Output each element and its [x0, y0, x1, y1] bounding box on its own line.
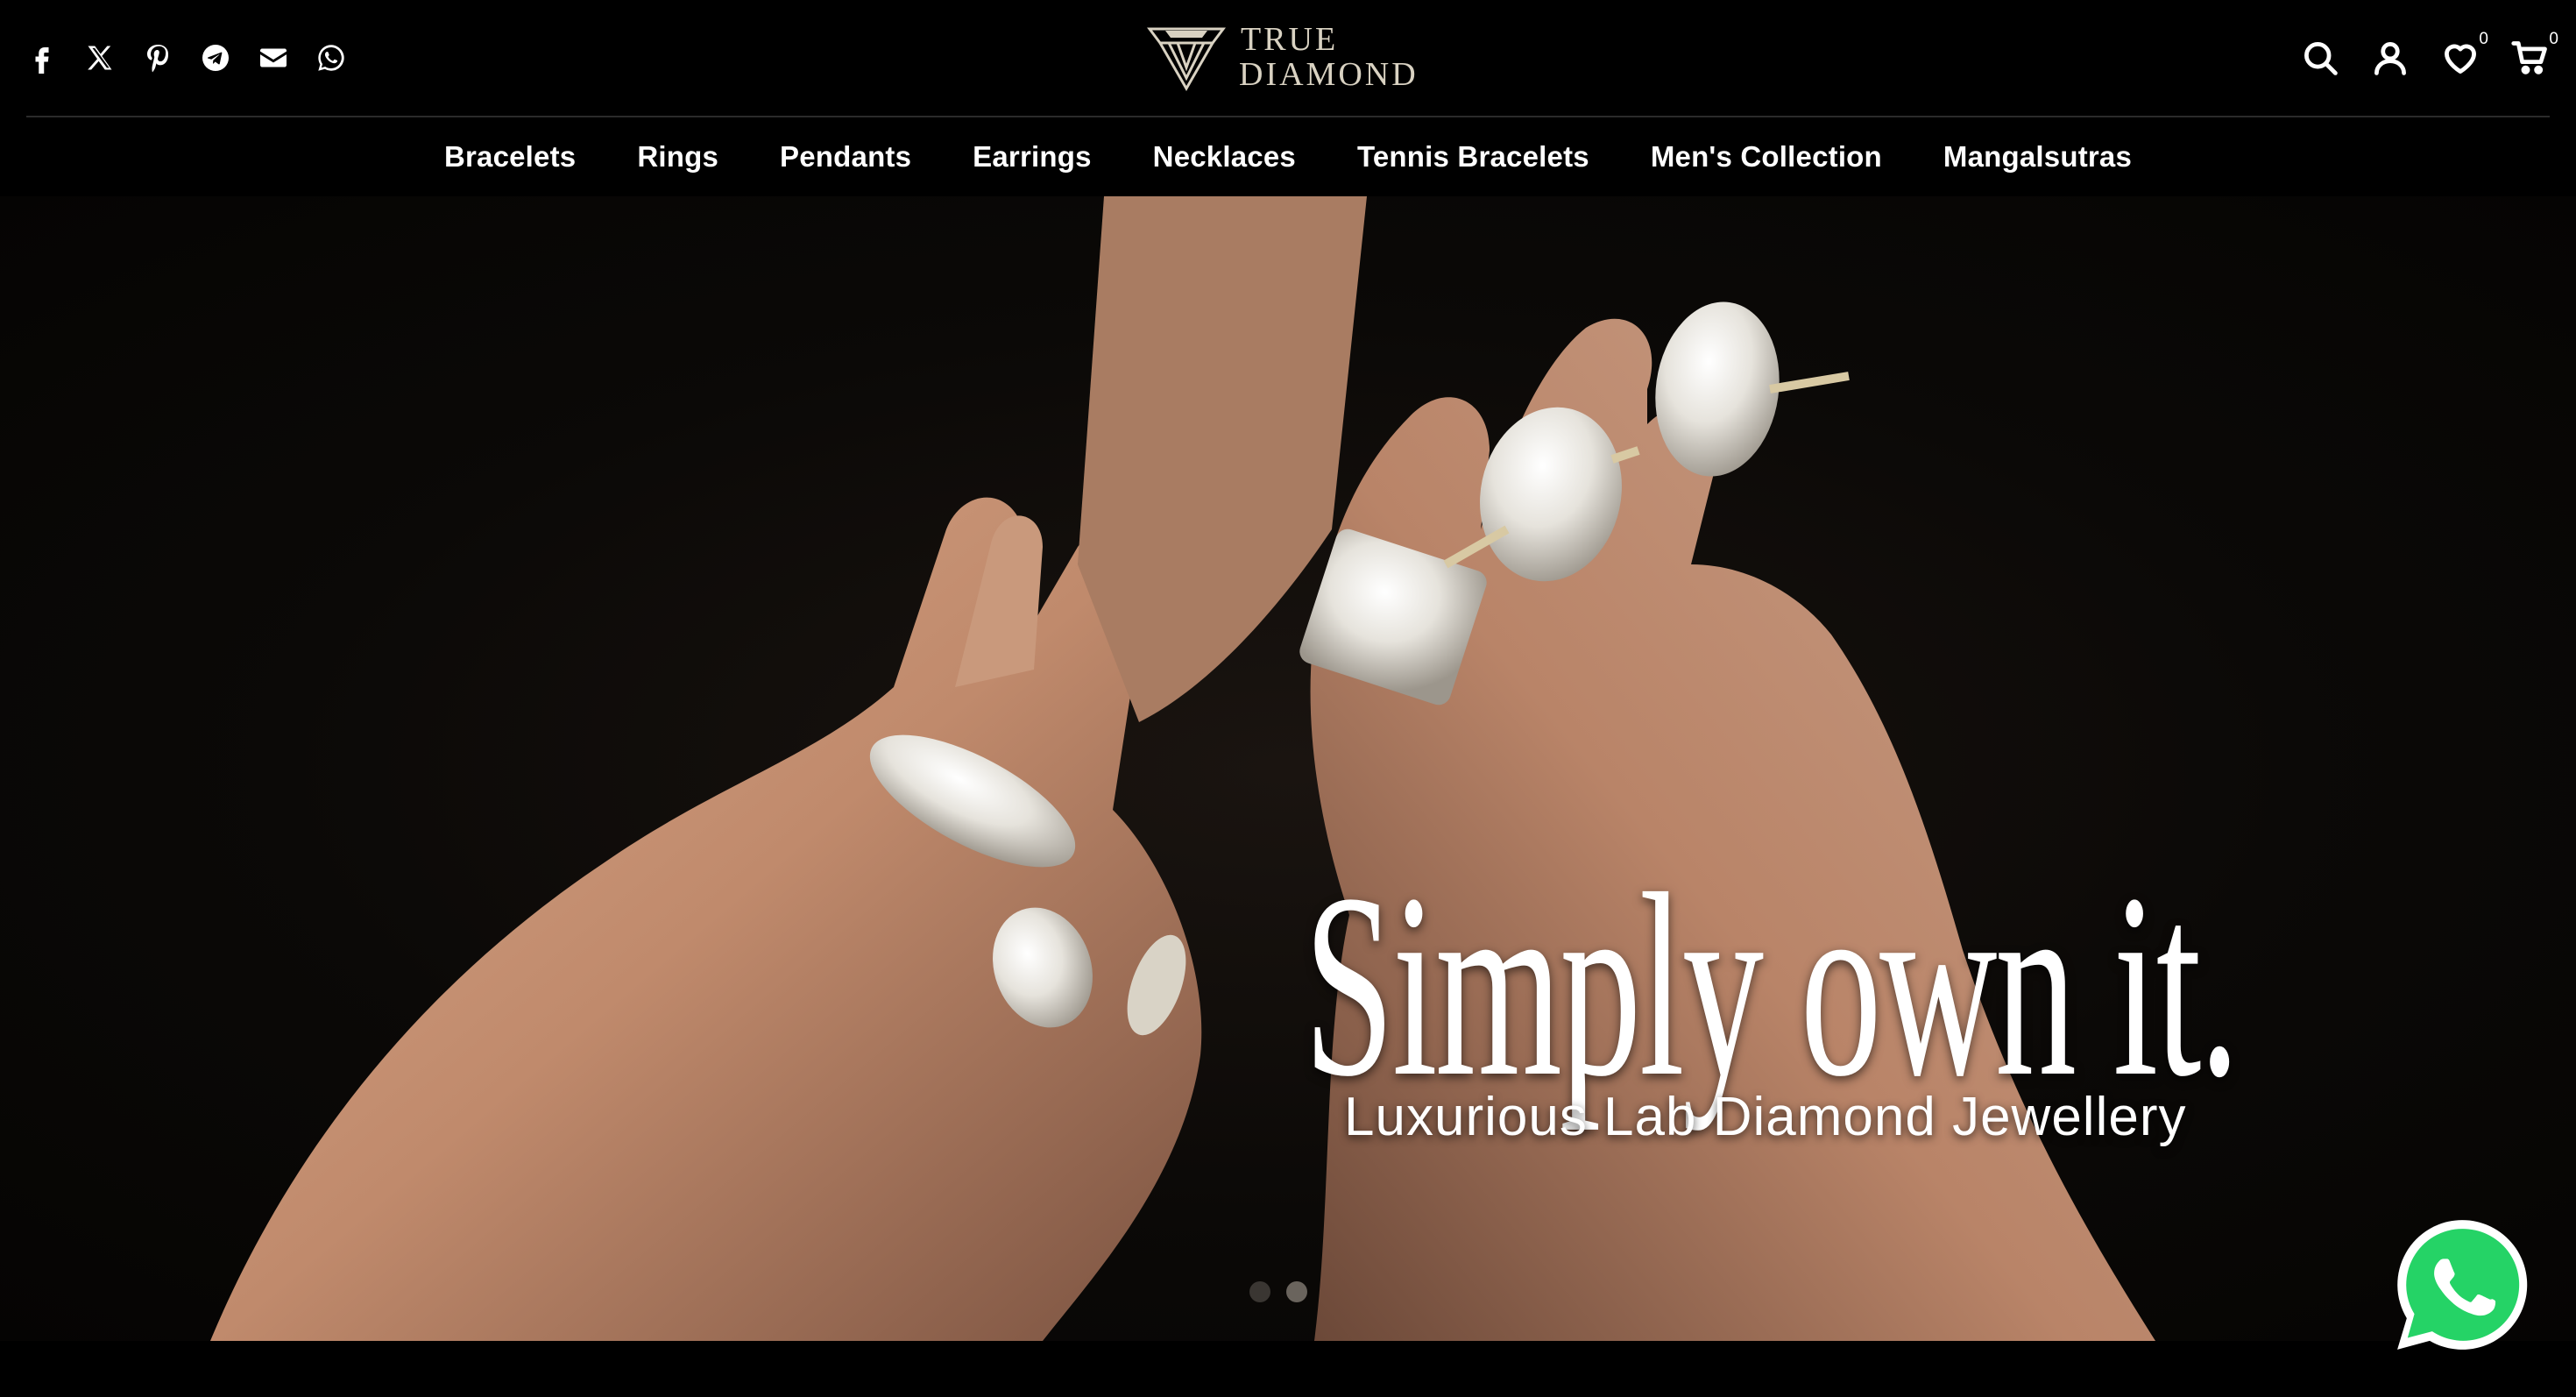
page-below-hero: [0, 1341, 2576, 1397]
slider-dot-2[interactable]: [1286, 1281, 1307, 1302]
diamond-logo-icon: [1146, 22, 1227, 92]
nav-item-bracelets[interactable]: Bracelets: [444, 140, 576, 174]
facebook-icon[interactable]: [26, 42, 58, 74]
nav-item-mens-collection[interactable]: Men's Collection: [1651, 140, 1882, 174]
cart-button[interactable]: 0: [2511, 30, 2558, 77]
cart-icon: [2511, 41, 2547, 74]
wishlist-button[interactable]: 0: [2441, 30, 2488, 77]
social-links: [26, 35, 347, 81]
nav-item-earrings[interactable]: Earrings: [973, 140, 1092, 174]
logo-line-1: TRUE: [1241, 21, 1339, 58]
header-tools: 0 0: [2301, 30, 2558, 84]
wishlist-count: 0: [2479, 30, 2488, 48]
brand-wordmark: TRUE DIAMOND: [1239, 23, 1419, 91]
pinterest-icon[interactable]: [142, 42, 173, 74]
nav-item-pendants[interactable]: Pendants: [780, 140, 911, 174]
nav-item-rings[interactable]: Rings: [637, 140, 718, 174]
whatsapp-icon: [2397, 1220, 2528, 1350]
slider-dots: [1249, 1281, 1307, 1302]
hero-subheadline: Luxurious Lab Diamond Jewellery: [1344, 1087, 2187, 1147]
hero-headline-block: Simply own it. Luxurious Lab Diamond Jew…: [1304, 840, 2495, 1147]
hero-slider[interactable]: Simply own it. Luxurious Lab Diamond Jew…: [0, 196, 2576, 1341]
main-nav: Bracelets Rings Pendants Earrings Neckla…: [0, 119, 2576, 195]
telegram-icon[interactable]: [200, 42, 231, 74]
whatsapp-icon[interactable]: [315, 42, 347, 74]
site-header: TRUE DIAMOND 0 0 Bracelets Rings Pendant…: [0, 0, 2576, 196]
user-icon[interactable]: [2371, 39, 2410, 77]
hero-headline: Simply own it.: [1304, 840, 2240, 1131]
top-bar: TRUE DIAMOND 0 0: [26, 0, 2558, 117]
x-twitter-icon[interactable]: [84, 42, 116, 74]
hero-image-hands-with-rings: [210, 196, 2155, 1341]
whatsapp-chat-button[interactable]: [2388, 1211, 2536, 1358]
nav-item-necklaces[interactable]: Necklaces: [1153, 140, 1296, 174]
slider-dot-1[interactable]: [1249, 1281, 1270, 1302]
cart-count: 0: [2549, 30, 2558, 48]
search-icon[interactable]: [2301, 39, 2339, 77]
nav-item-mangalsutras[interactable]: Mangalsutras: [1943, 140, 2132, 174]
brand-logo[interactable]: TRUE DIAMOND: [1146, 19, 1453, 95]
email-icon[interactable]: [258, 42, 289, 74]
logo-line-2: DIAMOND: [1239, 56, 1419, 93]
nav-item-tennis-bracelets[interactable]: Tennis Bracelets: [1357, 140, 1589, 174]
heart-icon: [2445, 44, 2476, 74]
